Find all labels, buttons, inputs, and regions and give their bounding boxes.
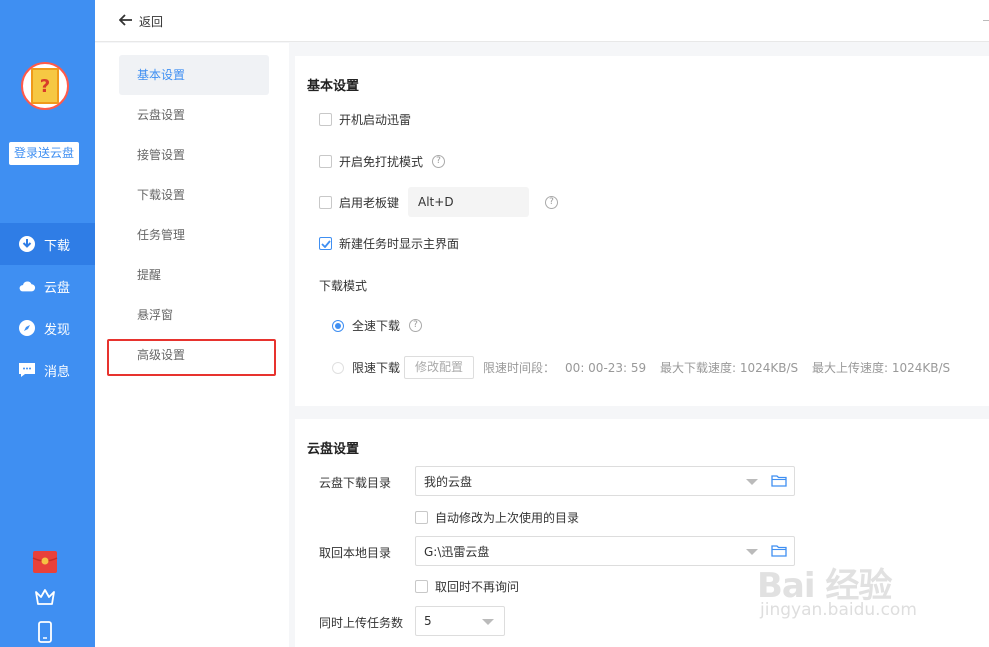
checkmark-icon	[320, 239, 331, 248]
limit-period-value: 00: 00-23: 59	[565, 361, 647, 375]
minimize-button[interactable]	[983, 20, 989, 21]
modify-config-button[interactable]: 修改配置	[404, 356, 475, 379]
local-dir-label: 取回本地目录	[319, 546, 392, 560]
nav-item-label: 发现	[44, 322, 71, 338]
avatar-image: ?	[31, 68, 59, 104]
local-dir-value: G:\迅雷云盘	[424, 544, 490, 559]
cloud-download-dir-label: 云盘下载目录	[319, 476, 392, 490]
nodisturb-checkbox[interactable]	[319, 155, 332, 168]
bosskey-option[interactable]: 启用老板键 Alt+D ?	[319, 187, 559, 217]
nav-item-label: 下载	[44, 238, 71, 254]
bosskey-label: 启用老板键	[339, 195, 400, 210]
download-icon	[18, 235, 36, 253]
back-button[interactable]: 返回	[118, 13, 164, 30]
top-bar: 返回	[95, 0, 989, 42]
basic-settings-title: 基本设置	[307, 79, 360, 94]
chevron-down-icon[interactable]	[482, 619, 494, 625]
menu-item-basic[interactable]: 基本设置	[119, 55, 269, 95]
red-envelope-icon[interactable]	[30, 548, 60, 576]
showmain-label: 新建任务时显示主界面	[339, 237, 460, 251]
auto-modify-option[interactable]: 自动修改为上次使用的目录	[415, 509, 579, 526]
basic-settings-panel: 基本设置 开机启动迅雷 开启免打扰模式 ? 启用老板键 Alt+D ? 新建任务…	[295, 56, 989, 406]
auto-modify-checkbox[interactable]	[415, 511, 428, 524]
autostart-option[interactable]: 开机启动迅雷	[319, 111, 411, 128]
bosskey-checkbox[interactable]	[319, 195, 332, 209]
menu-item-floating-window[interactable]: 悬浮窗	[119, 295, 269, 335]
full-speed-radio[interactable]	[332, 319, 344, 332]
advanced-highlight-box	[107, 339, 276, 376]
help-icon[interactable]: ?	[409, 319, 423, 332]
limit-info: 限速时间段： 00: 00-23: 59 最大下载速度: 1024KB/S 最大上…	[483, 359, 960, 376]
nav-item-download[interactable]: 下载	[0, 223, 95, 265]
limited-speed-radio[interactable]	[332, 361, 344, 374]
chevron-down-icon[interactable]	[746, 479, 758, 485]
menu-item-tasks[interactable]: 任务管理	[119, 215, 269, 255]
left-sidebar: ? 登录送云盘 下载 云盘 发现 消息	[0, 0, 95, 647]
crown-icon[interactable]	[30, 583, 60, 611]
full-speed-label: 全速下载	[352, 319, 401, 333]
baidu-watermark: Bai 经验 jingyan.baidu.com	[757, 540, 982, 630]
phone-icon[interactable]	[30, 618, 60, 646]
menu-item-reminder[interactable]: 提醒	[119, 255, 269, 295]
folder-icon[interactable]	[771, 474, 787, 490]
local-dir-select[interactable]: G:\迅雷云盘	[415, 536, 795, 566]
avatar[interactable]: ?	[21, 62, 69, 110]
nav-item-message[interactable]: 消息	[0, 349, 95, 391]
nav-item-discover[interactable]: 发现	[0, 307, 95, 349]
auto-modify-label: 自动修改为上次使用的目录	[435, 511, 580, 525]
nodisturb-label: 开启免打扰模式	[339, 155, 424, 169]
autostart-label: 开机启动迅雷	[339, 113, 412, 127]
menu-item-takeover[interactable]: 接管设置	[119, 135, 269, 175]
help-icon[interactable]: ?	[432, 155, 446, 168]
cloud-download-dir-value: 我的云盘	[424, 474, 473, 489]
help-icon[interactable]: ?	[545, 195, 559, 209]
no-ask-checkbox[interactable]	[415, 580, 428, 593]
menu-item-download[interactable]: 下载设置	[119, 175, 269, 215]
watermark-url: jingyan.baidu.com	[760, 600, 917, 620]
download-mode-label: 下载模式	[319, 279, 368, 293]
nav-item-cloud[interactable]: 云盘	[0, 265, 95, 307]
showmain-checkbox[interactable]	[319, 237, 332, 250]
limit-period-label: 限速时间段：	[483, 361, 556, 375]
login-button[interactable]: 登录送云盘	[9, 142, 80, 165]
main-nav: 下载 云盘 发现 消息	[0, 223, 95, 391]
limited-speed-option[interactable]: 限速下载 修改配置 限速时间段： 00: 00-23: 59 最大下载速度: 10…	[332, 356, 960, 379]
back-label: 返回	[139, 15, 164, 29]
full-speed-option[interactable]: 全速下载 ?	[332, 317, 423, 334]
cloud-icon	[18, 277, 36, 295]
nav-item-label: 消息	[44, 364, 71, 380]
limited-speed-label: 限速下载	[352, 361, 401, 375]
bosskey-hotkey-input[interactable]: Alt+D	[408, 187, 530, 217]
compass-icon	[18, 319, 36, 337]
autostart-checkbox[interactable]	[319, 113, 332, 126]
arrow-left-icon	[118, 14, 133, 29]
max-download-speed: 最大下载速度: 1024KB/S	[660, 361, 799, 375]
cloud-settings-title: 云盘设置	[307, 442, 360, 457]
message-icon	[18, 361, 36, 379]
concurrent-upload-label: 同时上传任务数	[319, 616, 404, 630]
no-ask-option[interactable]: 取回时不再询问	[415, 578, 519, 595]
cloud-download-dir-select[interactable]: 我的云盘	[415, 466, 795, 496]
menu-item-cloud[interactable]: 云盘设置	[119, 95, 269, 135]
max-upload-speed: 最大上传速度: 1024KB/S	[812, 361, 951, 375]
showmain-option[interactable]: 新建任务时显示主界面	[319, 235, 459, 252]
nav-item-label: 云盘	[44, 280, 71, 296]
no-ask-label: 取回时不再询问	[435, 580, 520, 594]
nodisturb-option[interactable]: 开启免打扰模式 ?	[319, 153, 446, 170]
sidebar-bottom-icons	[30, 548, 60, 647]
concurrent-upload-value: 5	[424, 614, 432, 628]
